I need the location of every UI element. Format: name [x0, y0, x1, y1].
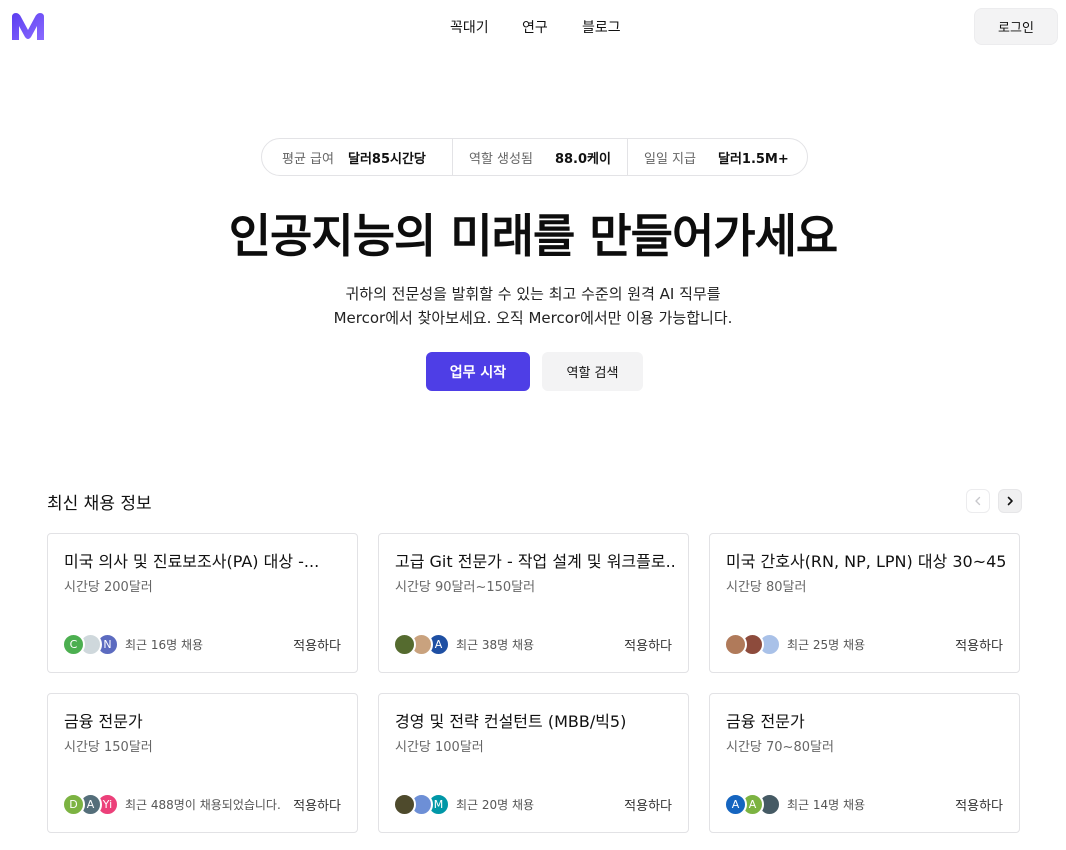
chevron-left-icon — [975, 496, 981, 506]
hero-subtitle-line: Mercor에서 찾아보세요. 오직 Mercor에서만 이용 가능합니다. — [333, 309, 733, 327]
job-card-footer: M 최근 20명 채용 적용하다 — [393, 792, 672, 816]
avatar — [724, 632, 747, 656]
job-rate: 시간당 150달러 — [64, 740, 153, 755]
job-card-footer: A A 최근 14명 채용 적용하다 — [724, 792, 1003, 816]
avatar: D — [62, 792, 85, 816]
stat-value: 달러1.5M+ — [717, 151, 789, 167]
stats-bar: 평균 급여 달러85시간당 역할 생성됨 88.0케이 일일 지급 달러1.5M… — [261, 138, 808, 176]
nav-item-research[interactable]: 연구 — [522, 17, 548, 37]
apply-link[interactable]: 적용하다 — [955, 635, 1003, 654]
job-rate: 시간당 80달러 — [726, 580, 807, 595]
job-rate: 시간당 70~80달러 — [726, 740, 834, 755]
nav-item-blog[interactable]: 블로그 — [582, 17, 621, 37]
search-roles-button[interactable]: 역할 검색 — [542, 352, 643, 391]
apply-link[interactable]: 적용하다 — [293, 635, 341, 654]
chevron-right-icon — [1007, 496, 1013, 506]
job-card[interactable]: 금융 전문가시간당 70~80달러 A A 최근 14명 채용 적용하다 — [709, 693, 1020, 833]
stat-value: 88.0케이 — [554, 151, 611, 167]
recent-hires-text: 최근 16명 채용 — [125, 637, 204, 652]
job-title: 고급 Git 전문가 - 작업 설계 및 워크플로... — [395, 552, 675, 571]
avatar: C — [62, 632, 85, 656]
recent-hires-text: 최근 38명 채용 — [456, 637, 535, 652]
avatar: A — [724, 792, 747, 816]
job-card[interactable]: 미국 의사 및 진료보조사(PA) 대상 -... 시간당 200달러 C N 최근 1… — [47, 533, 358, 673]
hired-avatars: D A Yi — [62, 792, 119, 816]
job-card-footer: C N 최근 16명 채용 적용하다 — [62, 632, 341, 656]
job-card[interactable]: 고급 Git 전문가 - 작업 설계 및 워크플로... 시간당 90달러~150… — [378, 533, 689, 673]
recent-hires-text: 최근 20명 채용 — [456, 797, 535, 812]
job-title: 미국 의사 및 진료보조사(PA) 대상 -... — [64, 552, 320, 571]
job-title: 금융 전문가 — [64, 712, 143, 731]
job-title: 경영 및 전략 컨설턴트 (MBB/빅5) — [395, 712, 627, 731]
stat-value: 달러85시간당 — [347, 151, 426, 167]
carousel-next-button[interactable] — [998, 489, 1022, 513]
job-title: 금융 전문가 — [726, 712, 805, 731]
start-work-button[interactable]: 업무 시작 — [426, 352, 530, 391]
apply-link[interactable]: 적용하다 — [624, 635, 672, 654]
hired-avatars: M — [393, 792, 450, 816]
stat-daily-payout: 일일 지급 달러1.5M+ — [628, 139, 789, 175]
job-card-footer: 최근 25명 채용 적용하다 — [724, 632, 1003, 656]
avatar — [393, 632, 416, 656]
hero-title: 인공지능의 미래를 만들어가세요 — [228, 209, 839, 263]
recent-hires-text: 최근 14명 채용 — [787, 797, 866, 812]
nav-item-top[interactable]: 꼭대기 — [450, 17, 489, 37]
stat-label: 일일 지급 — [644, 151, 696, 167]
hired-avatars: A — [393, 632, 450, 656]
job-card-footer: D A Yi 최근 488명이 채용되었습니다. 적용하다 — [62, 792, 341, 816]
recent-hires-text: 최근 488명이 채용되었습니다. — [125, 797, 281, 812]
recent-hires-text: 최근 25명 채용 — [787, 637, 866, 652]
hero-subtitle: 귀하의 전문성을 발휘할 수 있는 최고 수준의 원격 AI 직무를 Merco… — [0, 282, 1066, 330]
job-rate: 시간당 200달러 — [64, 580, 153, 595]
carousel-prev-button[interactable] — [966, 489, 990, 513]
stat-average-pay: 평균 급여 달러85시간당 — [262, 139, 452, 175]
mercor-logo-icon[interactable] — [10, 11, 46, 42]
job-rate: 시간당 90달러~150달러 — [395, 580, 536, 595]
stat-label: 역할 생성됨 — [469, 151, 533, 167]
section-title: 최신 채용 정보 — [47, 494, 152, 514]
apply-link[interactable]: 적용하다 — [624, 795, 672, 814]
hero-subtitle-line: 귀하의 전문성을 발휘할 수 있는 최고 수준의 원격 AI 직무를 — [345, 285, 721, 303]
stat-roles-created: 역할 생성됨 88.0케이 — [453, 139, 627, 175]
job-card[interactable]: 경영 및 전략 컨설턴트 (MBB/빅5) 시간당 100달러 M 최근 20명 채용… — [378, 693, 689, 833]
apply-link[interactable]: 적용하다 — [955, 795, 1003, 814]
hired-avatars — [724, 632, 781, 656]
hired-avatars: CN — [62, 632, 119, 656]
stat-label: 평균 급여 — [282, 151, 334, 167]
avatar — [393, 792, 416, 816]
job-card-footer: A 최근 38명 채용 적용하다 — [393, 632, 672, 656]
job-title: 미국 간호사(RN, NP, LPN) 대상 30~45... — [726, 552, 1006, 571]
hired-avatars: AA — [724, 792, 781, 816]
job-card[interactable]: 금융 전문가시간당 150달러 D A Yi 최근 488명이 채용되었습니다. 적용하다 — [47, 693, 358, 833]
login-button[interactable]: 로그인 — [974, 8, 1058, 45]
job-rate: 시간당 100달러 — [395, 740, 484, 755]
job-card[interactable]: 미국 간호사(RN, NP, LPN) 대상 30~45... 시간당 80달러최… — [709, 533, 1020, 673]
apply-link[interactable]: 적용하다 — [293, 795, 341, 814]
